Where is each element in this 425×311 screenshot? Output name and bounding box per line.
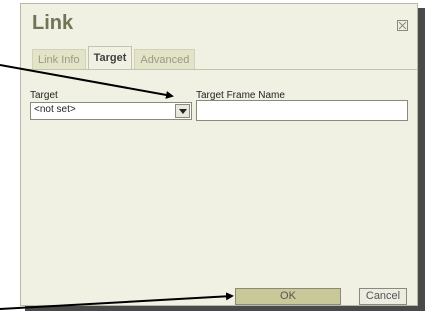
target-select[interactable]: <not set> <box>30 102 192 120</box>
tab-target[interactable]: Target <box>87 46 133 69</box>
close-icon[interactable] <box>397 18 408 31</box>
target-label: Target <box>30 90 58 101</box>
target-frame-name-input[interactable] <box>196 100 408 121</box>
dialog-footer: OK Cancel <box>21 283 417 305</box>
tab-link-info[interactable]: Link Info <box>32 49 86 69</box>
ok-button[interactable]: OK <box>235 288 341 305</box>
cancel-button[interactable]: Cancel <box>359 288 407 305</box>
link-dialog: Link Link Info Target Advanced Target Ta… <box>20 3 418 306</box>
chevron-down-icon[interactable] <box>175 104 190 118</box>
target-tab-panel: Target Target Frame Name <not set> <box>21 69 417 283</box>
target-select-value: <not set> <box>34 104 76 115</box>
tab-bar: Link Info Target Advanced <box>32 46 196 69</box>
tab-advanced[interactable]: Advanced <box>134 49 196 69</box>
screenshot-page: Link Link Info Target Advanced Target Ta… <box>0 0 425 311</box>
dialog-title: Link <box>32 12 74 34</box>
